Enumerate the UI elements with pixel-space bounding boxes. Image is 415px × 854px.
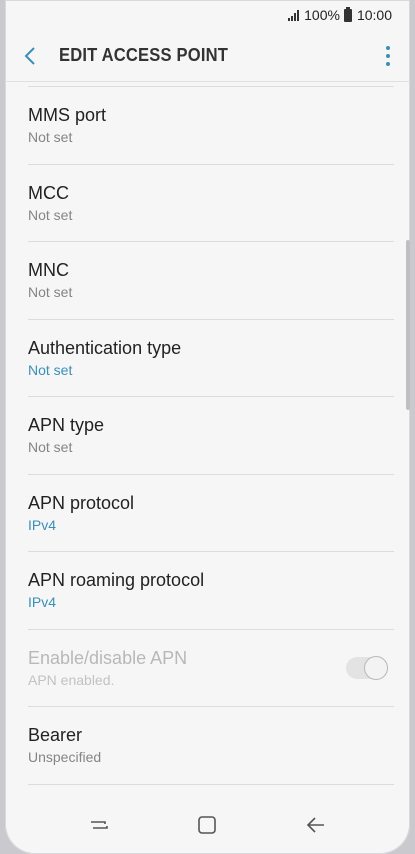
- more-options-button[interactable]: [366, 30, 410, 82]
- app-bar: EDIT ACCESS POINT: [5, 30, 410, 82]
- setting-value: Not set: [28, 206, 73, 223]
- battery-percent: 100%: [304, 7, 340, 23]
- page-title: EDIT ACCESS POINT: [59, 45, 229, 65]
- setting-value: Not set: [28, 361, 73, 378]
- back-button[interactable]: [5, 30, 55, 82]
- setting-value: APN enabled.: [28, 671, 115, 688]
- setting-apn-protocol[interactable]: APN protocol IPv4: [28, 475, 394, 552]
- setting-authentication-type[interactable]: Authentication type Not set: [28, 320, 394, 397]
- setting-value: IPv4: [28, 594, 57, 611]
- setting-enable-apn: Enable/disable APN APN enabled.: [28, 630, 394, 707]
- setting-label: MMS port: [28, 105, 107, 126]
- home-icon: [198, 816, 217, 834]
- setting-label: APN roaming protocol: [28, 570, 205, 591]
- setting-mnc[interactable]: MNC Not set: [28, 242, 394, 320]
- signal-icon: [288, 9, 300, 21]
- battery-icon: [343, 6, 352, 22]
- status-bar: 100% 10:00: [5, 0, 410, 30]
- setting-label: MCC: [28, 182, 69, 203]
- setting-label: APN protocol: [28, 492, 135, 513]
- setting-value: Not set: [28, 439, 73, 456]
- setting-value: Not set: [28, 129, 73, 146]
- home-button[interactable]: [187, 805, 227, 845]
- phone-screen: 100% 10:00 EDIT ACCESS POINT MMS port No…: [5, 0, 410, 854]
- setting-label: APN type: [28, 415, 105, 436]
- setting-label: MNC: [28, 260, 69, 281]
- settings-list: MMS port Not set MCC Not set MNC Not set…: [5, 83, 410, 785]
- setting-bearer[interactable]: Bearer Unspecified: [28, 707, 394, 785]
- apn-toggle[interactable]: [346, 655, 388, 680]
- nav-back-button[interactable]: [296, 805, 336, 845]
- setting-label: Bearer: [28, 725, 83, 746]
- toggle-knob: [364, 655, 388, 680]
- navigation-bar: [5, 796, 410, 854]
- setting-mcc[interactable]: MCC Not set: [28, 165, 394, 242]
- setting-value: Not set: [28, 284, 73, 301]
- chevron-left-icon: [24, 46, 35, 65]
- more-vertical-icon: [386, 45, 390, 50]
- arrow-left-icon: [306, 817, 324, 833]
- setting-value: IPv4: [28, 516, 57, 533]
- setting-apn-roaming-protocol[interactable]: APN roaming protocol IPv4: [28, 552, 394, 630]
- setting-label: Authentication type: [28, 337, 182, 358]
- setting-apn-type[interactable]: APN type Not set: [28, 397, 394, 475]
- setting-label: Enable/disable APN: [28, 647, 188, 668]
- recents-icon: [91, 821, 108, 829]
- recents-button[interactable]: [79, 805, 119, 845]
- setting-value: Unspecified: [28, 749, 102, 766]
- clock: 10:00: [356, 7, 392, 23]
- setting-mms-port[interactable]: MMS port Not set: [28, 87, 394, 165]
